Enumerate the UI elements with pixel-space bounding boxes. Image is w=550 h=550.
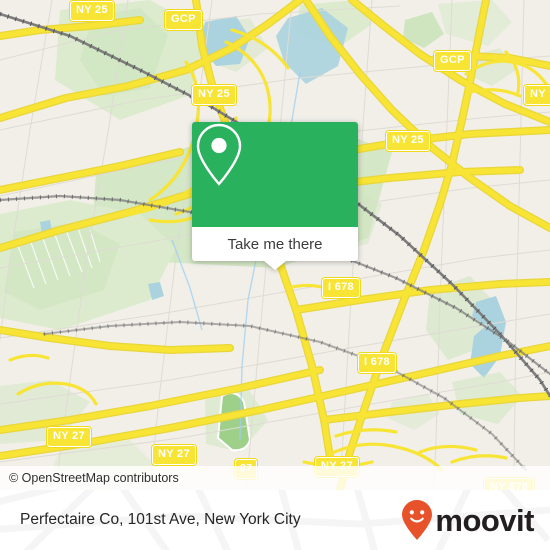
map-canvas[interactable]: .rd { stroke:#f7e434; fill:none; stroke-… bbox=[0, 0, 550, 490]
road-shield: GCP bbox=[434, 51, 471, 71]
map-pin-icon bbox=[196, 123, 242, 186]
road-shield: NY 27 bbox=[47, 427, 91, 447]
place-title-text: Perfectaire Co, 101st Ave, New York City bbox=[20, 511, 301, 528]
road-shield: GCP bbox=[165, 10, 202, 30]
map-attribution: © OpenStreetMap contributors bbox=[0, 466, 550, 490]
road-shield: I 678 bbox=[322, 278, 360, 298]
moovit-logo[interactable]: moovit bbox=[401, 490, 534, 550]
footer-bar: Perfectaire Co, 101st Ave, New York City… bbox=[0, 490, 550, 550]
road-shield: I 678 bbox=[358, 353, 396, 373]
moovit-map-screenshot: .rd { stroke:#f7e434; fill:none; stroke-… bbox=[0, 0, 550, 550]
attribution-text: © OpenStreetMap contributors bbox=[9, 471, 179, 485]
road-shield: NY bbox=[524, 85, 550, 105]
moovit-wordmark: moovit bbox=[435, 502, 534, 538]
moovit-smiley-pin-icon bbox=[402, 500, 433, 540]
road-shield: NY 25 bbox=[70, 1, 114, 21]
take-me-there-label: Take me there bbox=[227, 235, 323, 253]
road-shield: NY 25 bbox=[192, 85, 236, 105]
road-shield: NY 25 bbox=[386, 131, 430, 151]
popup-header bbox=[192, 122, 358, 227]
place-title: Perfectaire Co, 101st Ave, New York City bbox=[20, 490, 301, 550]
road-shield: NY 27 bbox=[152, 445, 196, 465]
take-me-there-button[interactable]: Take me there bbox=[192, 227, 358, 261]
popup-tail bbox=[264, 261, 286, 270]
location-popup-card[interactable]: Take me there bbox=[192, 122, 358, 270]
